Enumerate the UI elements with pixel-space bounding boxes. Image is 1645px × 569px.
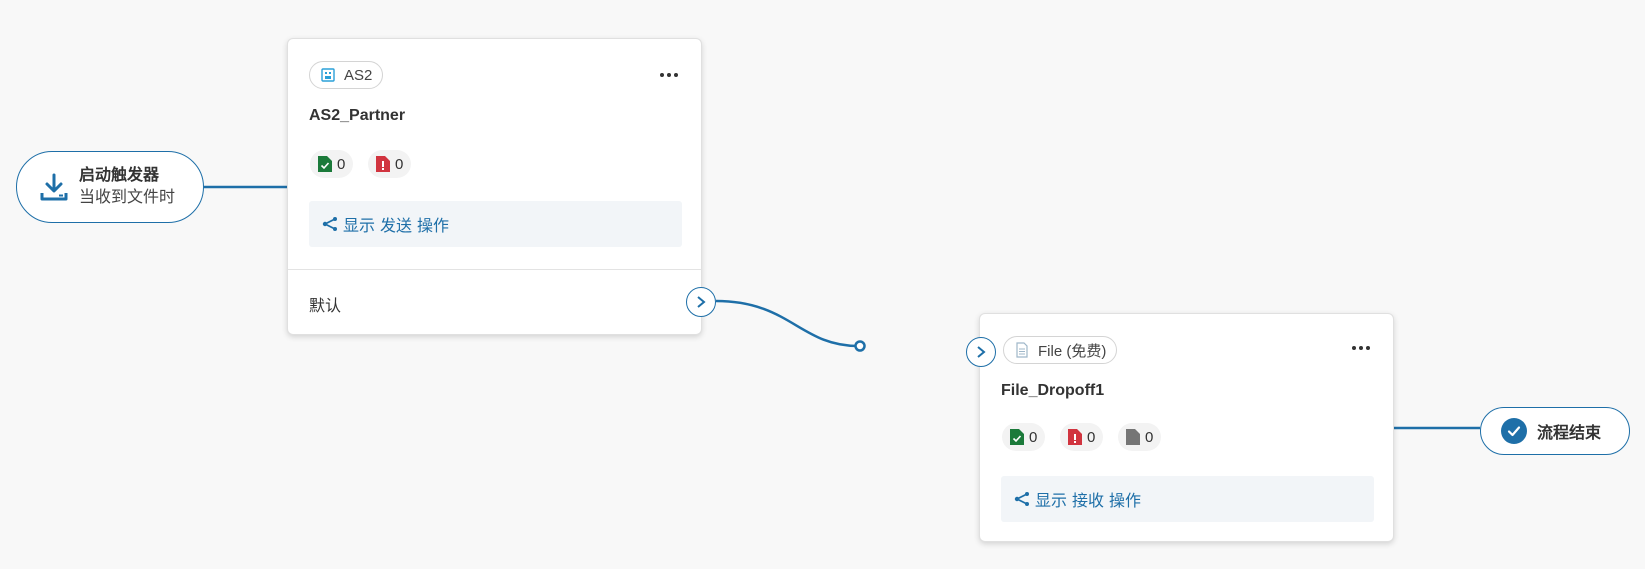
download-icon (40, 173, 68, 201)
start-trigger-node[interactable]: 启动触发器 当收到文件时 (16, 151, 204, 223)
error-counter: 0 (1060, 423, 1104, 451)
file-neutral-icon (1126, 429, 1140, 445)
as2-building-icon (321, 68, 335, 82)
more-options-button[interactable] (657, 65, 681, 85)
end-label: 流程结束 (1537, 425, 1602, 442)
connector-type-tag: AS2 (309, 61, 384, 89)
action-show: 显示 (1035, 493, 1068, 510)
file-input-port[interactable] (966, 337, 996, 367)
default-output-connector (715, 299, 859, 348)
branch-icon (1014, 492, 1029, 506)
trigger-subtitle: 当收到文件时 (79, 189, 176, 206)
file-icon (1016, 342, 1028, 358)
error-counter: 0 (368, 150, 412, 178)
action-type: 发送 (380, 218, 413, 235)
success-count: 0 (337, 155, 346, 173)
action-show: 显示 (343, 218, 376, 235)
card-name: File_Dropoff1 (1001, 382, 1105, 399)
action-type: 接收 (1072, 493, 1105, 510)
action-ops: 操作 (1109, 493, 1142, 510)
tag-label: AS2 (344, 66, 373, 84)
connector-end-dot (854, 340, 866, 352)
error-count: 0 (1087, 428, 1096, 446)
neutral-counter: 0 (1118, 423, 1162, 451)
error-count: 0 (395, 155, 404, 173)
file-success-icon (318, 156, 332, 172)
connectors (204, 185, 1480, 430)
file-success-icon (1010, 429, 1024, 445)
trigger-title: 启动触发器 (79, 167, 160, 184)
success-counter: 0 (1002, 423, 1046, 451)
show-receive-actions-button[interactable]: 显示 接收 操作 (1001, 476, 1374, 522)
tag-label: File (免费) (1038, 342, 1107, 360)
as2-partner-card[interactable]: AS2 AS2_Partner 0 0 显示 发送 操作 默认 (287, 38, 702, 335)
file-error-icon (1068, 429, 1082, 445)
default-output-label: 默认 (309, 298, 342, 315)
neutral-count: 0 (1145, 428, 1154, 446)
connector-type-tag: File (免费) (1003, 336, 1118, 364)
file-dropoff-card[interactable]: File (免费) File_Dropoff1 0 0 0 显示 接收 操作 (979, 313, 1394, 542)
show-send-actions-button[interactable]: 显示 发送 操作 (309, 201, 682, 247)
card-name: AS2_Partner (309, 107, 406, 124)
success-count: 0 (1029, 428, 1038, 446)
default-output-port[interactable] (686, 287, 716, 317)
trigger-text: 启动触发器 当收到文件时 (79, 165, 175, 209)
chevron-right-icon (697, 296, 706, 308)
file-error-icon (376, 156, 390, 172)
more-options-button[interactable] (1349, 338, 1373, 358)
chevron-right-icon (977, 346, 986, 358)
card-divider (288, 269, 701, 270)
success-counter: 0 (310, 150, 354, 178)
action-ops: 操作 (417, 218, 450, 235)
flow-canvas[interactable]: 启动触发器 当收到文件时 AS2 AS2_Partner 0 0 显示 发送 操… (0, 0, 1645, 569)
branch-icon (322, 217, 337, 231)
check-circle-icon (1501, 418, 1527, 444)
flow-end-node[interactable]: 流程结束 (1480, 407, 1630, 455)
